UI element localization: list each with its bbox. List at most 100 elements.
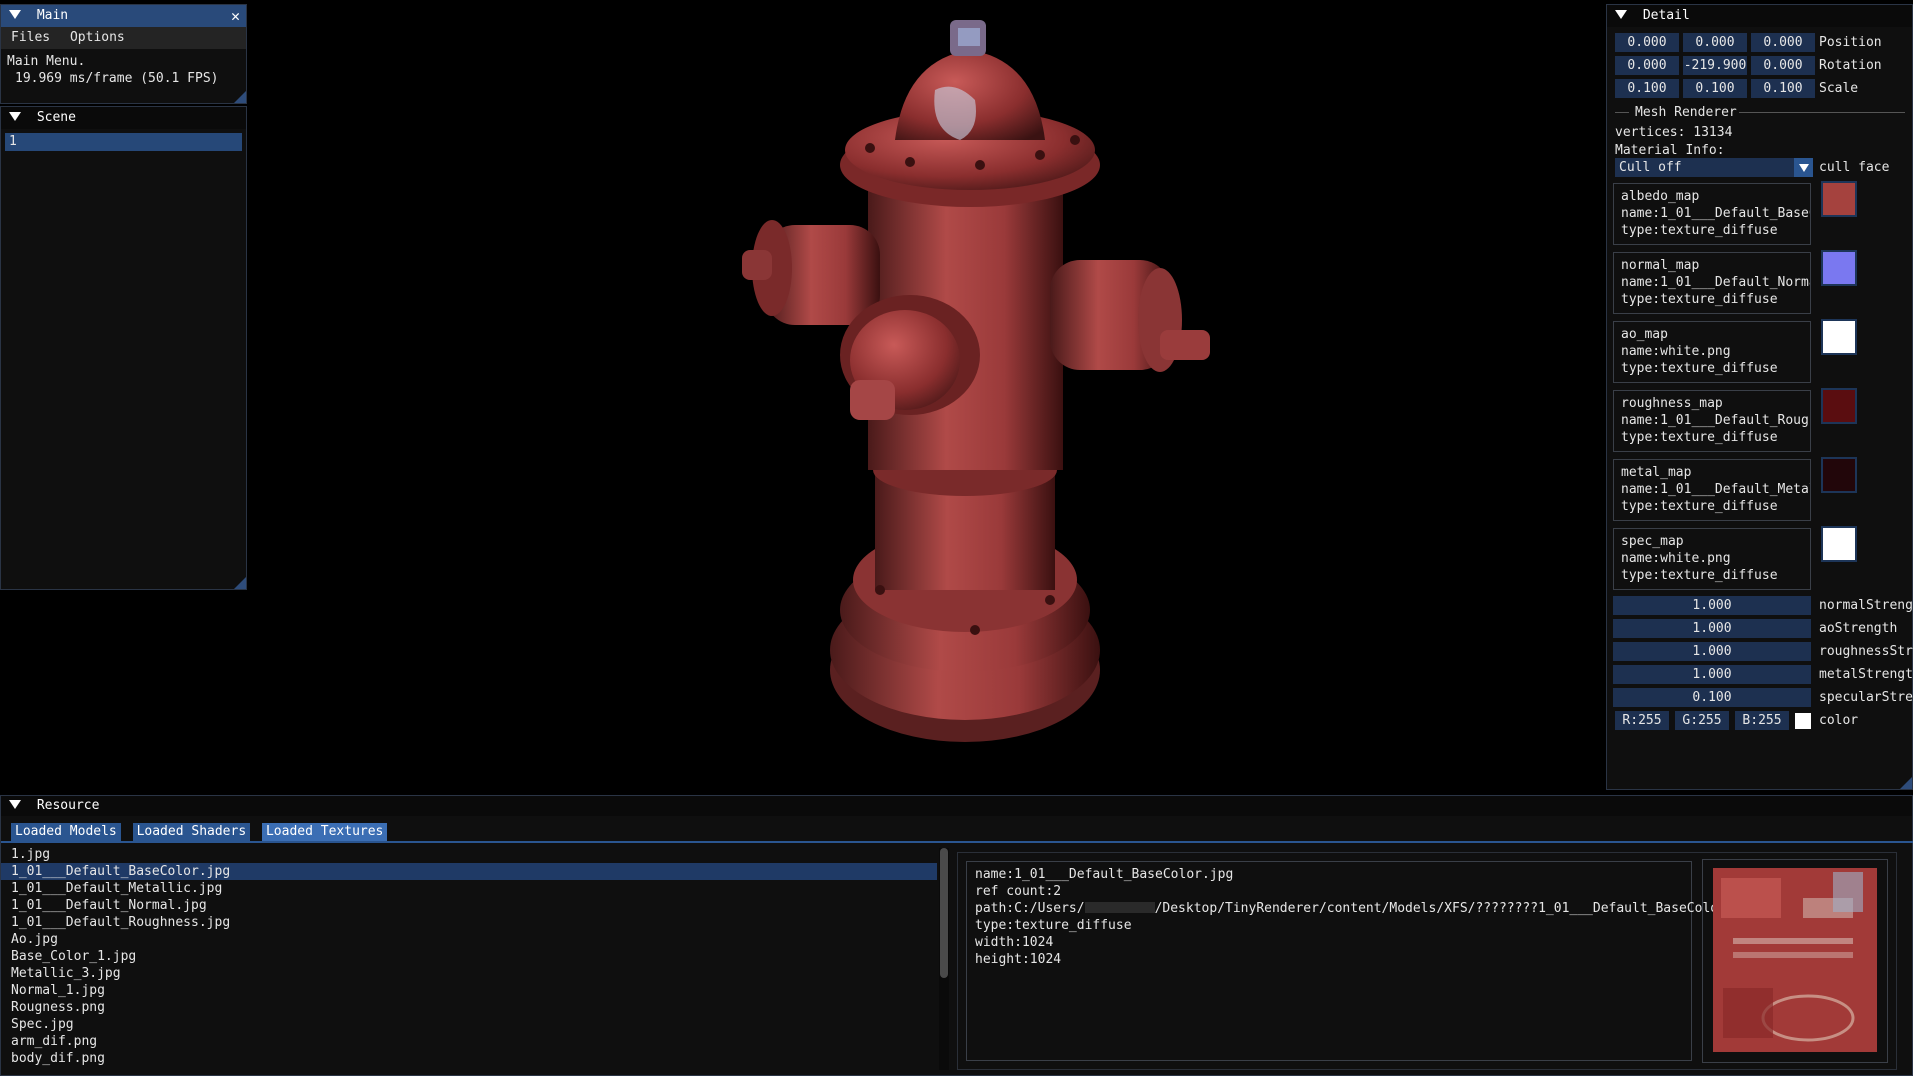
color-g-field[interactable]: G:255 (1675, 711, 1729, 730)
list-item[interactable]: 1_01___Default_Metallic.jpg (1, 880, 937, 897)
app-root: Main ✕ Files Options Main Menu. 19.969 m… (0, 0, 1913, 1076)
menu-options[interactable]: Options (70, 30, 125, 45)
main-window-titlebar[interactable]: Main ✕ (1, 5, 246, 27)
metal-map-box: metal_map name:1_01___Default_Metallic.j… (1613, 459, 1811, 521)
scrollbar-thumb[interactable] (940, 848, 948, 978)
specular-strength-label: specularStren (1819, 690, 1913, 705)
list-item[interactable]: Spec.jpg (1, 1016, 937, 1033)
info-width: width:1024 (975, 935, 1054, 950)
list-item[interactable]: arm_dif.png (1, 1033, 937, 1050)
list-scrollbar[interactable] (939, 848, 949, 1070)
info-name: name:1_01___Default_BaseColor.jpg (975, 867, 1234, 882)
chevron-down-icon[interactable] (1794, 158, 1813, 177)
map-type: type:texture_diffuse (1621, 361, 1778, 376)
material-info-label: Material Info: (1615, 143, 1725, 158)
map-slot: normal_map (1621, 258, 1700, 273)
ao-thumbnail[interactable] (1821, 319, 1857, 355)
collapse-triangle-icon[interactable] (9, 800, 21, 809)
cull-face-dropdown[interactable]: Cull off (1615, 158, 1813, 177)
rotation-x-field[interactable]: 0.000 (1615, 56, 1679, 75)
color-b-field[interactable]: B:255 (1735, 711, 1789, 730)
scene-item[interactable]: 1 (5, 133, 242, 151)
list-item[interactable]: Rougness.png (1, 999, 937, 1016)
texture-info-panel: name:1_01___Default_BaseColor.jpg ref co… (957, 852, 1897, 1070)
scene-window: Scene 1 (0, 106, 247, 590)
position-z-field[interactable]: 0.000 (1751, 33, 1815, 52)
texture-file-list: 1.jpg 1_01___Default_BaseColor.jpg 1_01_… (1, 846, 937, 1072)
tab-underline (1, 841, 1913, 843)
position-x-field[interactable]: 0.000 (1615, 33, 1679, 52)
texture-info-text: name:1_01___Default_BaseColor.jpg ref co… (966, 861, 1757, 1061)
position-y-field[interactable]: 0.000 (1683, 33, 1747, 52)
map-type: type:texture_diffuse (1621, 430, 1778, 445)
info-path-prefix: path:C:/Users/ (975, 901, 1085, 916)
detail-window-titlebar[interactable]: Detail (1607, 5, 1912, 27)
roughness-strength-label: roughnessStre (1819, 644, 1913, 659)
resource-tabs: Loaded Models Loaded Shaders Loaded Text… (11, 823, 391, 841)
menu-files[interactable]: Files (11, 30, 50, 45)
tab-loaded-shaders[interactable]: Loaded Shaders (132, 823, 251, 841)
color-r-field[interactable]: R:255 (1615, 711, 1669, 730)
specular-strength-slider[interactable]: 0.100 (1613, 688, 1811, 707)
color-label: color (1819, 713, 1859, 728)
rotation-y-field[interactable]: -219.900 (1683, 56, 1747, 75)
normal-thumbnail[interactable] (1821, 250, 1857, 286)
list-item[interactable]: Base_Color_1.jpg (1, 948, 937, 965)
list-item[interactable]: body_dif.png (1, 1050, 937, 1067)
list-item[interactable]: 1.jpg (1, 846, 937, 863)
resize-grip[interactable] (234, 91, 246, 103)
list-item[interactable]: Metallic_3.jpg (1, 965, 937, 982)
list-item[interactable]: 1_01___Default_Roughness.jpg (1, 914, 937, 931)
position-label: Position (1819, 35, 1882, 50)
redacted-username (1084, 902, 1155, 913)
cull-face-value: Cull off (1619, 160, 1682, 175)
fps-readout: 19.969 ms/frame (50.1 FPS) (15, 71, 219, 86)
collapse-triangle-icon[interactable] (9, 10, 21, 19)
map-slot: spec_map (1621, 534, 1684, 549)
normal-strength-slider[interactable]: 1.000 (1613, 596, 1811, 615)
metal-strength-label: metalStrength (1819, 667, 1913, 682)
main-menu-text: Main Menu. (7, 54, 86, 69)
roughness-thumbnail[interactable] (1821, 388, 1857, 424)
metal-thumbnail[interactable] (1821, 457, 1857, 493)
roughness-map-box: roughness_map name:1_01___Default_Roughn… (1613, 390, 1811, 452)
tab-loaded-models[interactable]: Loaded Models (11, 823, 121, 841)
map-type: type:texture_diffuse (1621, 568, 1778, 583)
tab-loaded-textures[interactable]: Loaded Textures (261, 823, 388, 841)
list-item[interactable]: Ao.jpg (1, 931, 937, 948)
resource-window-titlebar[interactable]: Resource (1, 796, 1912, 816)
ao-strength-slider[interactable]: 1.000 (1613, 619, 1811, 638)
map-name: name:1_01___Default_Roughness.jpg (1621, 413, 1810, 428)
albedo-thumbnail[interactable] (1821, 181, 1857, 217)
map-type: type:texture_diffuse (1621, 292, 1778, 307)
resize-grip[interactable] (1900, 777, 1912, 789)
rotation-z-field[interactable]: 0.000 (1751, 56, 1815, 75)
map-slot: albedo_map (1621, 189, 1700, 204)
resize-grip[interactable] (234, 577, 246, 589)
list-item-selected[interactable]: 1_01___Default_BaseColor.jpg (1, 863, 937, 880)
rotation-label: Rotation (1819, 58, 1882, 73)
list-item[interactable]: 1_01___Default_Normal.jpg (1, 897, 937, 914)
list-item[interactable]: Normal_1.jpg (1, 982, 937, 999)
roughness-strength-slider[interactable]: 1.000 (1613, 642, 1811, 661)
texture-preview-image (1713, 868, 1877, 1052)
metal-strength-slider[interactable]: 1.000 (1613, 665, 1811, 684)
albedo-map-box: albedo_map name:1_01___Default_BaseColor… (1613, 183, 1811, 245)
scale-label: Scale (1819, 81, 1859, 96)
main-window: Main ✕ Files Options Main Menu. 19.969 m… (0, 4, 247, 104)
scale-y-field[interactable]: 0.100 (1683, 79, 1747, 98)
normal-map-box: normal_map name:1_01___Default_Normal.jp… (1613, 252, 1811, 314)
map-name: name:1_01___Default_Metallic.jpg (1621, 482, 1810, 497)
map-name: name:white.png (1621, 551, 1731, 566)
collapse-triangle-icon[interactable] (9, 112, 21, 121)
scale-x-field[interactable]: 0.100 (1615, 79, 1679, 98)
ao-strength-label: aoStrength (1819, 621, 1898, 636)
color-swatch[interactable] (1795, 713, 1811, 729)
spec-thumbnail[interactable] (1821, 526, 1857, 562)
collapse-triangle-icon[interactable] (1615, 10, 1627, 19)
close-icon[interactable]: ✕ (231, 5, 240, 27)
scale-z-field[interactable]: 0.100 (1751, 79, 1815, 98)
normal-strength-label: normalStrengt (1819, 598, 1913, 613)
scene-window-titlebar[interactable]: Scene (1, 107, 246, 129)
texture-preview-frame (1702, 859, 1888, 1063)
